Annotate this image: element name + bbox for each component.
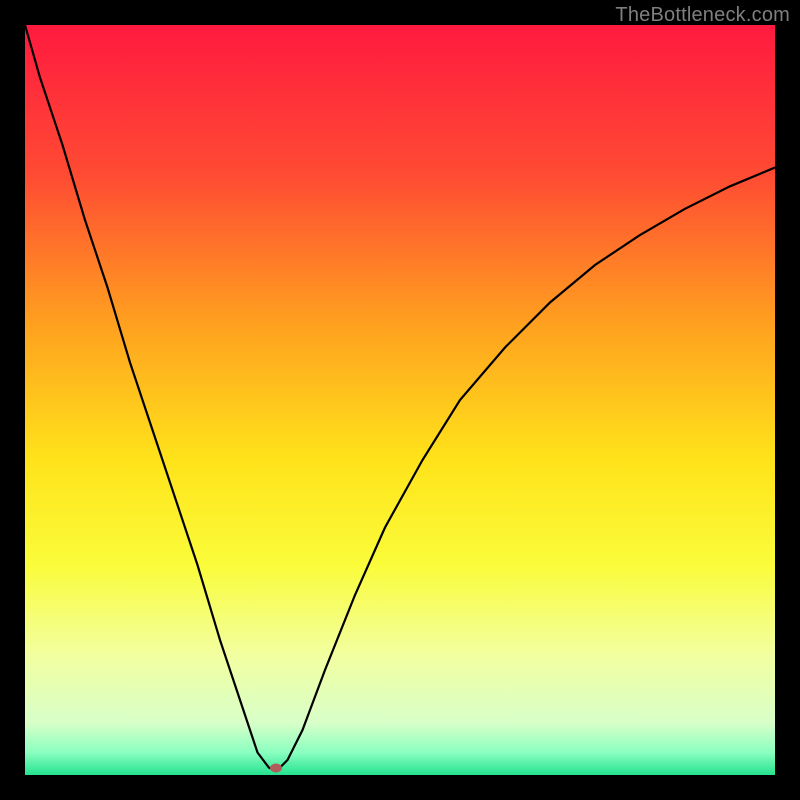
watermark-text: TheBottleneck.com bbox=[615, 4, 790, 27]
chart-frame: TheBottleneck.com bbox=[0, 0, 800, 800]
gradient-plot-area bbox=[25, 25, 775, 775]
minimum-marker bbox=[270, 763, 282, 772]
